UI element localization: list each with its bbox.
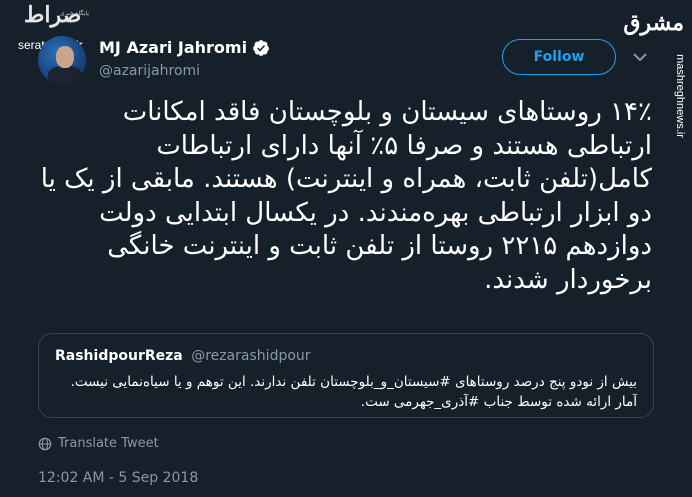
tweet-text: ۱۴٪ روستاهای سیستان و بلوچستان فاقد امکا… bbox=[40, 97, 652, 295]
mashregh-url: mashreghnews.ir bbox=[674, 54, 687, 138]
quoted-tweet[interactable]: RashidpourReza @rezarashidpour بیش از نو… bbox=[38, 333, 654, 418]
chevron-down-icon[interactable] bbox=[633, 52, 647, 62]
mashregh-logo: مشرق bbox=[623, 10, 684, 36]
author-name-row[interactable]: MJ Azari Jahromi bbox=[99, 38, 270, 57]
author-avatar[interactable] bbox=[38, 36, 86, 84]
globe-icon bbox=[38, 437, 52, 450]
quoted-author-name: RashidpourReza bbox=[55, 348, 183, 364]
verified-badge-icon bbox=[253, 39, 270, 56]
tweet-timestamp[interactable]: 12:02 AM - 5 Sep 2018 bbox=[38, 470, 198, 486]
quoted-tweet-text: بیش از نودو پنج درصد روستاهای #سیستان_و_… bbox=[70, 374, 637, 410]
translate-label: Translate Tweet bbox=[58, 436, 159, 451]
author-name[interactable]: MJ Azari Jahromi bbox=[99, 38, 247, 57]
translate-tweet-link[interactable]: Translate Tweet bbox=[38, 436, 159, 451]
follow-button[interactable]: Follow bbox=[502, 39, 616, 75]
seratnews-subtitle: پایگاه خبری تحلیلی bbox=[60, 10, 89, 24]
quoted-tweet-header: RashidpourReza @rezarashidpour bbox=[55, 348, 311, 364]
author-handle[interactable]: @azarijahromi bbox=[99, 63, 200, 79]
quoted-author-handle: @rezarashidpour bbox=[191, 348, 311, 364]
